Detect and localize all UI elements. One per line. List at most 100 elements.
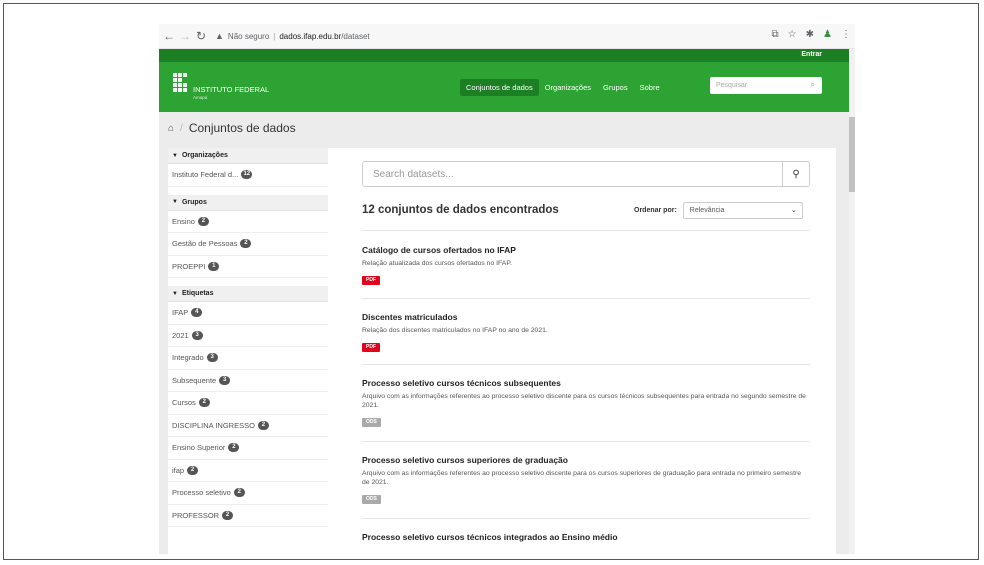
dataset-title[interactable]: Processo seletivo cursos técnicos subseq… [362,378,810,388]
header-search-input[interactable]: Pesquisar ⌕ [710,77,822,94]
divider [362,230,810,231]
sort-control: Ordenar por: Relevância ⌄ [634,202,803,219]
logo-title: INSTITUTO FEDERAL [193,85,270,94]
profile-icon[interactable]: ♟ [823,29,832,40]
sort-select[interactable]: Relevância ⌄ [682,202,803,219]
scrollbar-thumb[interactable] [849,117,855,192]
count-badge: 3 [206,353,218,363]
facet-item[interactable]: PROEPPI 1 [168,256,328,278]
filter-icon: ▼ [172,199,178,205]
facet-item[interactable]: Subsequente 3 [168,370,328,392]
facet-item[interactable]: Cursos 2 [168,392,328,415]
format-badge[interactable]: ODS [362,418,381,427]
sort-label: Ordenar por: [634,207,677,214]
count-badge: 2 [187,465,199,475]
screenshot-frame: ← → ↻ ▲ Não seguro | dados.ifap.edu.br /… [3,3,979,560]
divider [362,298,810,299]
count-badge: 1 [208,261,220,271]
login-link[interactable]: Entrar [801,51,822,58]
results-area: Search datasets... ⚲ 12 conjuntos de dad… [344,148,834,554]
account-bar: Entrar [159,49,849,62]
dataset-search-input[interactable]: Search datasets... ⚲ [362,161,810,187]
dataset-item: Processo seletivo cursos técnicos subseq… [362,378,810,428]
dataset-description: Arquivo com as informações referentes ao… [362,470,802,486]
logo-text: INSTITUTO FEDERAL Amapá [193,85,269,100]
dataset-title[interactable]: Processo seletivo cursos superiores de g… [362,455,810,465]
count-badge: 2 [197,216,209,226]
page-scrollbar[interactable] [849,49,855,554]
dataset-description: Relação atualizada dos cursos ofertados … [362,260,512,267]
facet-tags-heading: ▼ Etiquetas [168,286,328,302]
count-badge: 2 [228,443,240,453]
main-nav: Conjuntos de dados Organizações Grupos S… [460,78,666,96]
extensions-icon[interactable]: ✱ [806,29,814,40]
breadcrumb: ⌂ / Conjuntos de dados [168,121,296,135]
dataset-title[interactable]: Discentes matriculados [362,312,810,322]
count-badge: 2 [257,420,269,430]
facet-groups-heading: ▼ Grupos [168,194,328,211]
count-badge: 3 [219,375,231,385]
filter-icon: ▼ [172,290,178,297]
count-badge: 2 [240,239,252,249]
dataset-title[interactable]: Catálogo de cursos ofertados no IFAP [362,245,810,255]
facet-item[interactable]: PROFESSOR 2 [168,505,328,527]
chevron-down-icon: ⌄ [790,207,797,214]
count-badge: 12 [241,170,253,180]
home-icon[interactable]: ⌂ [168,123,174,134]
search-icon[interactable]: ⌕ [811,80,815,90]
dataset-item: Discentes matriculados Relação dos disce… [362,312,810,353]
count-badge: 2 [222,510,234,520]
warning-icon[interactable]: ▲ [215,31,224,41]
reload-icon[interactable]: ↻ [195,29,207,43]
menu-dots-icon[interactable]: ⋮ [841,29,851,40]
facet-item[interactable]: ifap 2 [168,460,328,482]
share-icon[interactable]: ⧉ [772,29,779,40]
breadcrumb-current[interactable]: Conjuntos de dados [189,121,296,135]
results-count-heading: 12 conjuntos de dados encontrados [362,204,559,216]
facet-item[interactable]: Processo seletivo 2 [168,482,328,505]
count-badge: 2 [198,398,210,408]
nav-organizations[interactable]: Organizações [539,79,597,96]
nav-about[interactable]: Sobre [634,79,666,96]
facet-item[interactable]: Ensino Superior 2 [168,437,328,460]
filter-icon: ▼ [172,152,178,159]
logo-subtitle: Amapá [193,95,208,100]
breadcrumb-separator: / [180,122,183,134]
dataset-item: Processo seletivo cursos técnicos integr… [362,532,810,542]
count-badge: 4 [191,308,203,318]
dataset-item: Catálogo de cursos ofertados no IFAP Rel… [362,245,810,286]
facet-item[interactable]: Instituto Federal d... 12 [168,164,328,187]
content-panel: ▼ Organizações Instituto Federal d... 12… [168,148,836,554]
address-bar[interactable]: ▲ Não seguro | dados.ifap.edu.br /datase… [215,31,370,41]
bookmark-star-icon[interactable]: ☆ [788,29,797,40]
browser-actions: ⧉ ☆ ✱ ♟ ⋮ [772,29,851,40]
facet-item[interactable]: Integrado 3 [168,347,328,370]
dataset-search-placeholder: Search datasets... [373,168,454,180]
divider [362,364,810,365]
format-badge[interactable]: PDF [362,343,380,352]
facet-item[interactable]: Gestão de Pessoas 2 [168,233,328,256]
format-badge[interactable]: PDF [362,276,380,285]
count-badge: 3 [191,330,203,340]
facet-spacer [168,278,328,286]
facet-item[interactable]: IFAP 4 [168,302,328,325]
back-icon[interactable]: ← [163,29,175,43]
facet-item[interactable]: DISCIPLINA INGRESSO 2 [168,415,328,437]
facet-spacer [168,187,328,195]
search-icon: ⚲ [792,168,800,180]
divider [362,518,810,519]
dataset-description: Relação dos discentes matriculados no IF… [362,327,548,334]
address-separator: | [273,31,276,41]
nav-groups[interactable]: Grupos [597,79,634,96]
header-search-placeholder: Pesquisar [716,82,748,89]
url-path: /dataset [341,31,370,41]
url-domain: dados.ifap.edu.br [279,31,342,41]
format-badge[interactable]: ODS [362,495,381,504]
dataset-title[interactable]: Processo seletivo cursos técnicos integr… [362,532,810,542]
dataset-description: Arquivo com as informações referentes ao… [362,393,806,409]
nav-datasets[interactable]: Conjuntos de dados [460,78,539,96]
facet-item[interactable]: Ensino 2 [168,211,328,233]
facet-item[interactable]: 2021 3 [168,325,328,347]
search-button[interactable]: ⚲ [782,162,809,186]
forward-icon[interactable]: → [179,29,191,43]
